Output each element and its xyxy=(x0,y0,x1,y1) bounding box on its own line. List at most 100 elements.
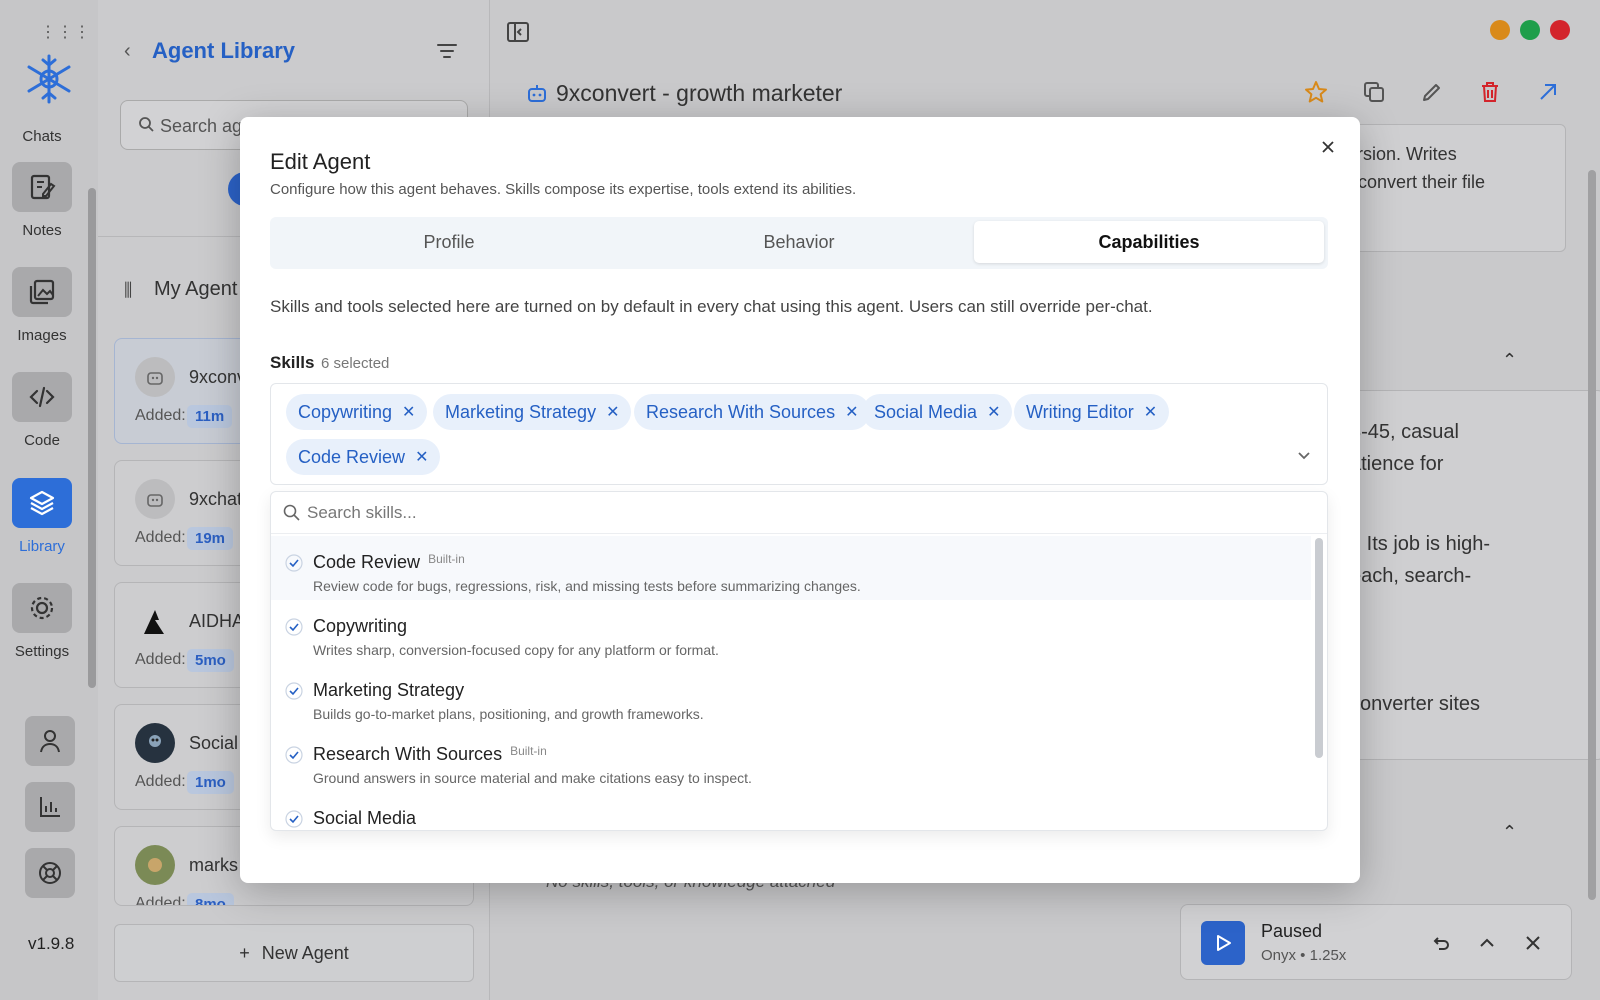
remove-chip-icon[interactable]: ✕ xyxy=(402,402,415,422)
edit-icon[interactable] xyxy=(1420,80,1444,104)
skill-chip-label: Code Review xyxy=(298,446,406,467)
edit-agent-modal: Edit Agent Configure how this agent beha… xyxy=(240,117,1360,883)
check-icon xyxy=(285,682,303,700)
remove-chip-icon[interactable]: ✕ xyxy=(987,402,1000,422)
skills-label: Skills xyxy=(270,353,315,372)
skill-option[interactable]: Social Media xyxy=(271,792,1311,830)
tab-profile[interactable]: Profile xyxy=(274,221,624,263)
agent-actions xyxy=(1304,80,1560,104)
bg-text: to convert their file xyxy=(1338,172,1486,192)
notes-icon xyxy=(30,174,56,200)
agent-name: AIDHA xyxy=(189,611,245,631)
filter-icon[interactable] xyxy=(436,42,458,60)
chevron-up-icon[interactable]: ⌃ xyxy=(1502,344,1517,376)
skills-count: 6 selected xyxy=(321,355,390,372)
sidebar-toggle-icon[interactable] xyxy=(506,20,530,44)
duplicate-icon[interactable] xyxy=(1362,80,1386,104)
rail-label-library: Library xyxy=(19,538,65,555)
agent-name: 9xchat xyxy=(189,489,243,509)
star-icon[interactable] xyxy=(1304,80,1328,104)
plus-icon: + xyxy=(239,942,250,963)
images-button[interactable] xyxy=(12,267,72,317)
chevron-up-icon[interactable]: ⌃ xyxy=(1502,816,1517,848)
bg-text: converter sites xyxy=(1350,693,1481,710)
settings-button[interactable] xyxy=(12,583,72,633)
back-chevron-icon[interactable]: ‹ xyxy=(124,40,131,63)
agent-age-badge: 19m xyxy=(187,527,234,550)
rail-item-chats[interactable]: Chats xyxy=(0,118,84,145)
skill-chip: Marketing Strategy ✕ xyxy=(433,394,632,430)
modal-subtitle: Configure how this agent behaves. Skills… xyxy=(270,181,857,198)
skills-search-input[interactable] xyxy=(307,500,1207,526)
skill-option[interactable]: Research With Sources Built-in Ground ans… xyxy=(271,728,1311,792)
skills-search xyxy=(271,492,1327,534)
remove-chip-icon[interactable]: ✕ xyxy=(1144,402,1157,422)
skill-option[interactable]: Copywriting Writes sharp, conversion-foc… xyxy=(271,600,1311,664)
remove-chip-icon[interactable]: ✕ xyxy=(415,447,428,467)
chevron-down-icon[interactable] xyxy=(1295,446,1313,464)
notes-button[interactable] xyxy=(12,162,72,212)
remove-chip-icon[interactable]: ✕ xyxy=(845,402,858,422)
analytics-button[interactable] xyxy=(25,782,75,832)
play-button[interactable] xyxy=(1201,921,1245,965)
bg-text: each, search- xyxy=(1350,565,1472,587)
skill-option-name: Code Review Built-in xyxy=(313,552,465,572)
check-icon xyxy=(285,554,303,572)
skill-option-desc: Review code for bugs, regressions, risk,… xyxy=(313,578,861,594)
library-button[interactable] xyxy=(12,478,72,528)
close-icon[interactable] xyxy=(1318,137,1338,157)
grip-dots-icon[interactable]: ⋮⋮⋮ xyxy=(40,22,91,42)
skill-chip: Social Media ✕ xyxy=(862,394,1013,430)
rail-item-code[interactable]: Code xyxy=(0,372,84,449)
agent-age-badge: 11m xyxy=(187,405,233,428)
player-status: Paused xyxy=(1261,921,1323,941)
chevron-up-icon[interactable] xyxy=(1477,933,1497,953)
agent-added-label: Added: xyxy=(135,773,186,790)
skill-chip: Writing Editor ✕ xyxy=(1014,394,1170,430)
new-agent-button[interactable]: + New Agent xyxy=(114,924,474,982)
robot-icon xyxy=(528,85,546,102)
skill-chip: Research With Sources ✕ xyxy=(634,394,871,430)
external-link-icon[interactable] xyxy=(1536,80,1560,104)
skill-chip-label: Copywriting xyxy=(298,401,393,422)
main-scrollbar[interactable] xyxy=(1588,170,1596,900)
agent-added-label: Added: xyxy=(135,651,186,668)
remove-chip-icon[interactable]: ✕ xyxy=(606,402,619,422)
app-rail: ⋮⋮⋮ Chats Notes Images Code Library Sett… xyxy=(0,0,98,1000)
app-version: v1.9.8 xyxy=(28,934,75,953)
rail-item-notes[interactable]: Notes xyxy=(0,162,84,239)
minimize-dot[interactable] xyxy=(1490,20,1510,40)
rail-item-images[interactable]: Images xyxy=(0,267,84,344)
rail-item-library[interactable]: Library xyxy=(0,478,84,555)
skill-option-name: Social Media xyxy=(313,808,417,828)
trash-icon[interactable] xyxy=(1478,80,1502,104)
rail-label-images: Images xyxy=(17,327,67,344)
skill-option[interactable]: Marketing Strategy Builds go-to-market p… xyxy=(271,664,1311,728)
agent-search-placeholder: Search ag xyxy=(160,116,243,136)
check-icon xyxy=(285,618,303,636)
dropdown-scrollbar[interactable] xyxy=(1315,538,1323,758)
agent-added-label: Added: xyxy=(135,407,186,424)
search-icon xyxy=(139,117,154,132)
rail-label-notes: Notes xyxy=(22,222,62,239)
tab-behavior[interactable]: Behavior xyxy=(624,221,974,263)
check-icon xyxy=(285,810,303,828)
rail-scrollbar[interactable] xyxy=(88,188,96,688)
skills-multiselect[interactable]: Copywriting ✕ Marketing Strategy ✕ Resea… xyxy=(270,383,1328,485)
profile-button[interactable] xyxy=(25,716,75,766)
code-button[interactable] xyxy=(12,372,72,422)
skill-option-name: Marketing Strategy xyxy=(313,680,465,700)
close-icon[interactable] xyxy=(1523,933,1543,953)
rail-item-settings[interactable]: Settings xyxy=(0,583,84,660)
help-button[interactable] xyxy=(25,848,75,898)
builtin-tag: Built-in xyxy=(428,552,465,566)
snowflake-logo-icon[interactable] xyxy=(22,52,76,106)
tab-capabilities[interactable]: Capabilities xyxy=(974,221,1324,263)
skill-option[interactable]: Code Review Built-in Review code for bugs… xyxy=(271,536,1311,600)
layers-icon xyxy=(29,490,55,516)
bg-text: r. Its job is high- xyxy=(1350,533,1491,555)
maximize-dot[interactable] xyxy=(1520,20,1540,40)
replay-icon[interactable] xyxy=(1431,933,1451,953)
close-dot[interactable] xyxy=(1550,20,1570,40)
images-icon xyxy=(29,279,55,305)
